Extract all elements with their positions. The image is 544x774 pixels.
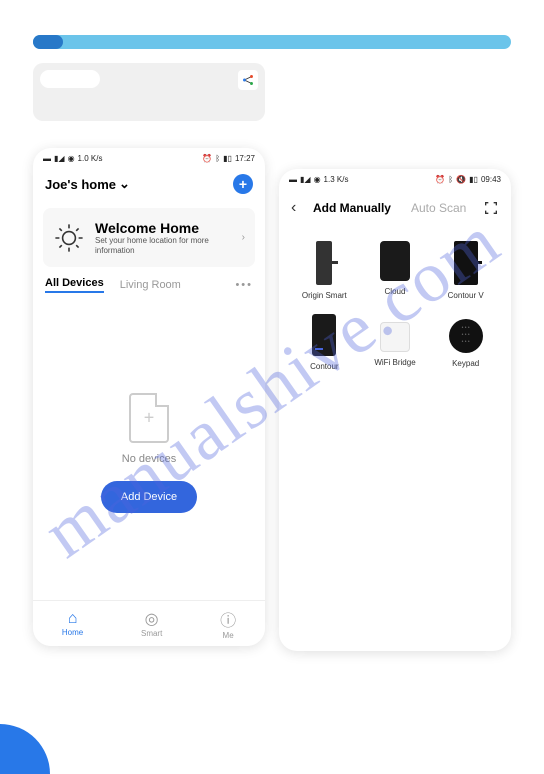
tab-living-room[interactable]: Living Room <box>120 279 181 291</box>
device-label: Contour <box>293 362 356 371</box>
mute-icon: 🔇 <box>456 175 466 184</box>
home-name-label: Joe's home <box>45 177 116 192</box>
device-image <box>312 314 336 356</box>
status-bar: ▬ ▮◢ ◉ 1.0 K/s ⏰ ᛒ ▮▯ 17:27 <box>33 148 265 168</box>
no-devices-label: No devices <box>33 453 265 465</box>
phone-screenshot-add: ▬ ▮◢ ◉ 1.3 K/s ⏰ ᛒ 🔇 ▮▯ 09:43 ‹ Add Manu… <box>279 169 511 651</box>
chevron-right-icon: › <box>242 232 245 243</box>
device-grid: Origin Smart Cloud Contour V Contour WiF… <box>279 227 511 385</box>
device-origin-smart[interactable]: Origin Smart <box>293 241 356 300</box>
fingerprint-icon: ◎ <box>141 609 162 629</box>
welcome-card[interactable]: Welcome Home Set your home location for … <box>43 208 255 267</box>
nav-smart[interactable]: ◎ Smart <box>141 609 162 638</box>
file-plus-icon: + <box>129 393 169 443</box>
device-cloud[interactable]: Cloud <box>364 241 427 300</box>
device-image <box>449 319 483 353</box>
page-corner <box>0 724 50 774</box>
add-header: ‹ Add Manually Auto Scan <box>279 189 511 227</box>
progress-fill <box>33 35 63 49</box>
device-label: Cloud <box>364 287 427 296</box>
device-contour[interactable]: Contour <box>293 314 356 371</box>
add-device-button[interactable]: Add Device <box>101 481 197 513</box>
progress-bar <box>33 35 511 49</box>
signal-icon: ▮◢ <box>300 175 311 184</box>
header-pill <box>40 70 100 88</box>
person-icon: ⓘ <box>220 607 236 631</box>
signal-icon: ▮◢ <box>54 154 65 163</box>
nav-me-label: Me <box>223 631 234 640</box>
clock: 17:27 <box>235 154 255 163</box>
more-icon[interactable]: ••• <box>235 279 253 291</box>
sim-icon: ▬ <box>43 154 51 163</box>
home-selector[interactable]: Joe's home ⌄ <box>45 176 130 192</box>
bluetooth-icon: ᛒ <box>448 175 453 184</box>
device-image <box>380 322 410 352</box>
device-image <box>454 241 478 285</box>
bluetooth-icon: ᛒ <box>215 154 220 163</box>
alarm-icon: ⏰ <box>202 154 212 163</box>
welcome-title: Welcome Home <box>95 220 232 236</box>
tab-auto-scan[interactable]: Auto Scan <box>411 201 466 215</box>
sim-icon: ▬ <box>289 175 297 184</box>
add-button[interactable]: + <box>233 174 253 194</box>
device-keypad[interactable]: Keypad <box>434 314 497 371</box>
home-header: Joe's home ⌄ + <box>33 168 265 200</box>
device-image <box>380 241 410 281</box>
device-image <box>316 241 332 285</box>
tab-manual-label: Add Manually <box>313 201 391 215</box>
device-label: WiFi Bridge <box>364 358 427 367</box>
battery-icon: ▮▯ <box>223 154 232 163</box>
header-card <box>33 63 265 121</box>
nav-smart-label: Smart <box>141 629 162 638</box>
empty-state: + No devices Add Device <box>33 303 265 513</box>
device-label: Contour V <box>434 291 497 300</box>
sun-icon <box>53 222 85 254</box>
bottom-nav: ⌂ Home ◎ Smart ⓘ Me <box>33 600 265 646</box>
wifi-icon: ◉ <box>314 175 321 184</box>
device-contour-v[interactable]: Contour V <box>434 241 497 300</box>
tab-all-devices[interactable]: All Devices <box>45 277 104 293</box>
phone-screenshot-home: ▬ ▮◢ ◉ 1.0 K/s ⏰ ᛒ ▮▯ 17:27 Joe's home ⌄… <box>33 148 265 646</box>
chevron-down-icon: ⌄ <box>119 176 130 192</box>
nav-me[interactable]: ⓘ Me <box>220 607 236 640</box>
share-icon[interactable] <box>238 70 258 90</box>
welcome-subtitle: Set your home location for more informat… <box>95 236 232 255</box>
nav-home-label: Home <box>62 628 83 637</box>
status-bar: ▬ ▮◢ ◉ 1.3 K/s ⏰ ᛒ 🔇 ▮▯ 09:43 <box>279 169 511 189</box>
back-button[interactable]: ‹ <box>291 199 296 217</box>
device-wifi-bridge[interactable]: WiFi Bridge <box>364 314 427 371</box>
battery-icon: ▮▯ <box>469 175 478 184</box>
network-speed: 1.3 K/s <box>324 175 349 184</box>
device-tabs: All Devices Living Room ••• <box>33 267 265 303</box>
alarm-icon: ⏰ <box>435 175 445 184</box>
device-label: Origin Smart <box>293 291 356 300</box>
scan-icon[interactable] <box>483 200 499 216</box>
device-label: Keypad <box>434 359 497 368</box>
tab-add-manually[interactable]: Add Manually <box>313 201 391 215</box>
wifi-icon: ◉ <box>68 154 75 163</box>
home-icon: ⌂ <box>62 610 83 628</box>
clock: 09:43 <box>481 175 501 184</box>
network-speed: 1.0 K/s <box>78 154 103 163</box>
nav-home[interactable]: ⌂ Home <box>62 610 83 637</box>
